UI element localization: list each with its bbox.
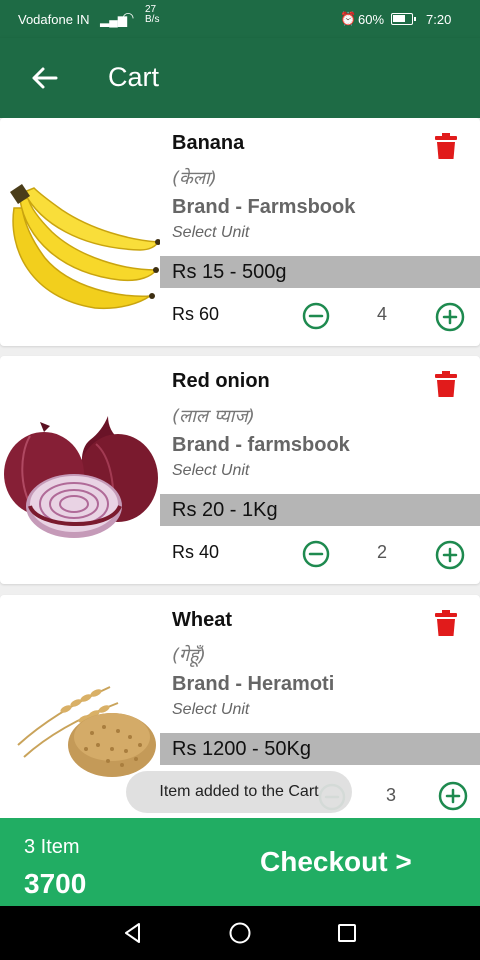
item-quantity: 2 xyxy=(376,542,387,562)
alarm-icon: ⏰ xyxy=(340,11,357,26)
item-brand: Brand - Farmsbook xyxy=(172,196,356,218)
toast-message: Item added to the Cart xyxy=(126,771,352,813)
nav-back-icon[interactable] xyxy=(119,919,147,947)
system-nav-bar xyxy=(0,906,480,960)
price-per-unit: Rs 15 - 500g xyxy=(160,256,480,288)
carrier-name: Vodafone IN xyxy=(18,12,90,27)
increase-quantity-icon[interactable] xyxy=(435,540,465,570)
wifi-icon: ◠ xyxy=(122,9,135,25)
cart-item-banana: Banana (केला) Brand - Farmsbook Select U… xyxy=(0,118,480,346)
increase-quantity-icon[interactable] xyxy=(438,781,468,811)
select-unit-link[interactable]: Select Unit xyxy=(172,224,249,242)
delete-icon[interactable] xyxy=(433,609,459,637)
item-local-name: (लाल प्याज) xyxy=(172,406,255,427)
item-brand: Brand - farmsbook xyxy=(172,434,350,456)
delete-icon[interactable] xyxy=(433,370,459,398)
item-total: Rs 60 xyxy=(172,304,220,324)
banana-image xyxy=(10,184,160,310)
price-per-unit: Rs 20 - 1Kg xyxy=(160,494,480,526)
status-bar: Vodafone IN ▂▄▆ ◠ 27 B/s ⏰ 60% 7:20 xyxy=(0,0,480,38)
nav-home-icon[interactable] xyxy=(226,919,254,947)
price-per-unit-text: Rs 20 - 1Kg xyxy=(172,499,278,521)
item-local-name: (गेहूँ) xyxy=(172,645,206,666)
select-unit-link[interactable]: Select Unit xyxy=(172,701,249,719)
app-bar: Cart xyxy=(0,38,480,118)
network-speed-unit: B/s xyxy=(145,14,160,25)
price-per-unit-text: Rs 1200 - 50Kg xyxy=(172,738,311,760)
red-onion-image xyxy=(4,416,158,538)
decrease-quantity-icon[interactable] xyxy=(302,540,330,568)
back-arrow-icon[interactable] xyxy=(26,60,62,96)
checkout-button[interactable]: Checkout > xyxy=(260,846,412,878)
cart-item-red-onion: Red onion (लाल प्याज) Brand - farmsbook … xyxy=(0,356,480,584)
select-unit-link[interactable]: Select Unit xyxy=(172,462,249,480)
item-brand: Brand - Heramoti xyxy=(172,673,335,695)
item-name: Red onion xyxy=(172,370,270,392)
item-quantity: 4 xyxy=(376,304,387,324)
decrease-quantity-icon[interactable] xyxy=(302,302,330,330)
price-per-unit-text: Rs 15 - 500g xyxy=(172,261,287,283)
price-per-unit: Rs 1200 - 50Kg xyxy=(160,733,480,765)
item-local-name: (केला) xyxy=(172,168,217,189)
cart-total-amount: 3700 xyxy=(24,868,87,899)
item-name: Wheat xyxy=(172,609,232,631)
page-title: Cart xyxy=(108,62,160,92)
item-total: Rs 40 xyxy=(172,542,220,562)
item-quantity: 3 xyxy=(385,785,396,805)
checkout-bar: 3 Item 3700 Checkout > xyxy=(0,818,480,906)
network-speed: 27 B/s xyxy=(145,5,159,25)
battery-percent: 60% xyxy=(358,12,385,27)
cart-list[interactable]: Banana (केला) Brand - Farmsbook Select U… xyxy=(0,118,480,818)
increase-quantity-icon[interactable] xyxy=(435,302,465,332)
battery-icon xyxy=(391,13,416,25)
item-name: Banana xyxy=(172,132,245,154)
clock: 7:20 xyxy=(426,12,452,27)
nav-recents-icon[interactable] xyxy=(333,919,361,947)
cart-item-count: 3 Item xyxy=(24,836,80,858)
delete-icon[interactable] xyxy=(433,132,459,160)
